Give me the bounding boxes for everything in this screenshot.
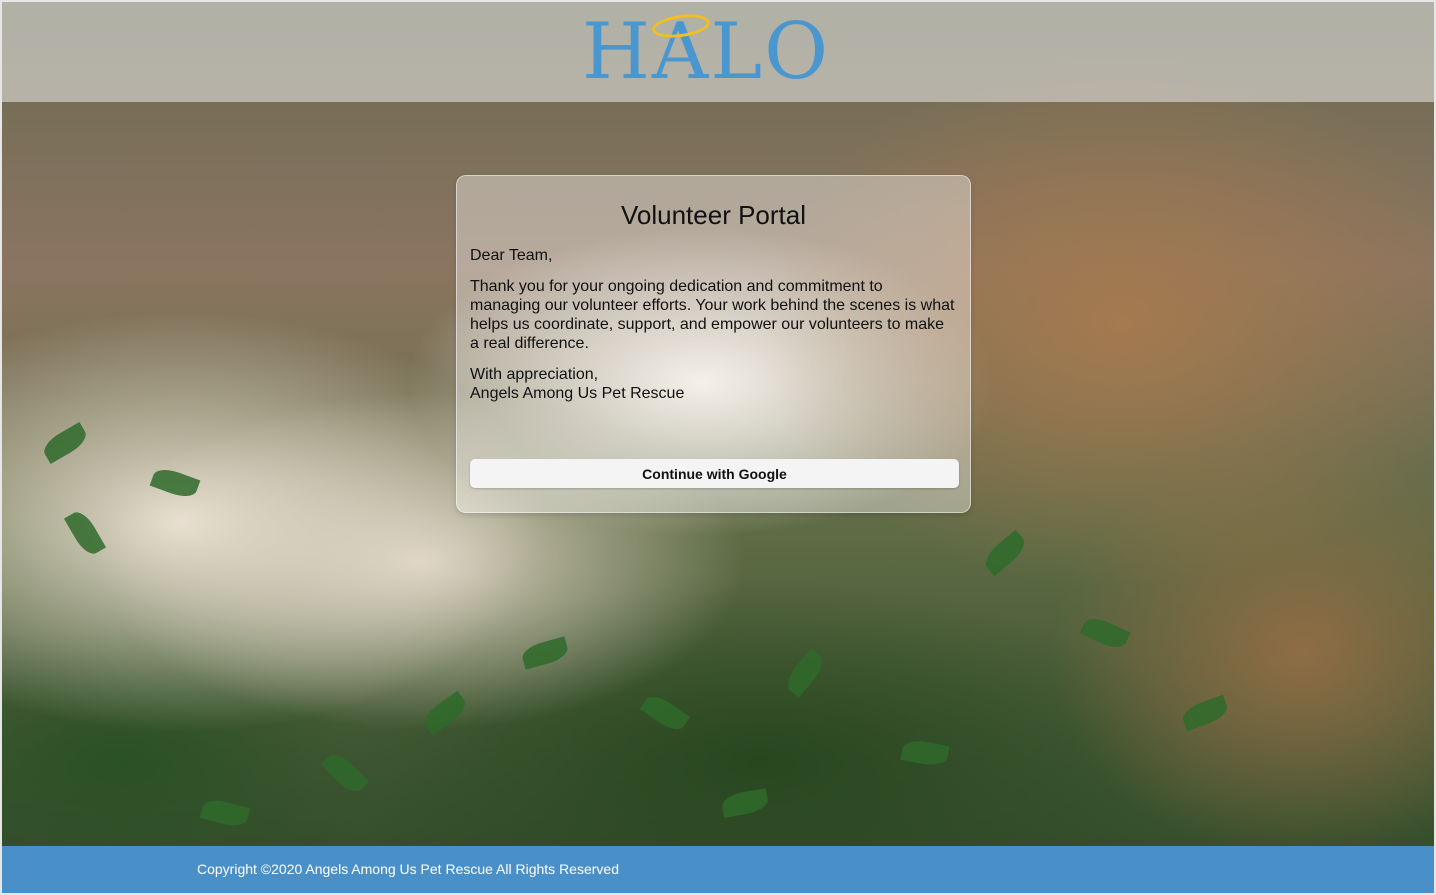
leaf-decoration xyxy=(199,796,251,830)
leaf-decoration xyxy=(149,464,201,502)
leaf-decoration xyxy=(639,690,691,736)
leaf-decoration xyxy=(781,648,829,698)
greeting-text: Dear Team, xyxy=(470,247,553,264)
leaf-decoration xyxy=(1179,694,1231,732)
page-title: Volunteer Portal xyxy=(620,200,806,230)
signature-line: Angels Among Us Pet Rescue xyxy=(470,385,685,402)
leaf-decoration xyxy=(63,507,107,559)
leaf-decoration xyxy=(320,748,370,798)
leaf-decoration xyxy=(39,421,91,465)
leaf-decoration xyxy=(980,529,1030,577)
leaf-decoration xyxy=(1079,613,1131,653)
site-footer: Copyright ©2020 Angels Among Us Pet Resc… xyxy=(2,846,1434,893)
leaf-decoration xyxy=(519,636,571,670)
message-body: Thank you for your ongoing dedication an… xyxy=(470,278,955,352)
copyright-text: Copyright ©2020 Angels Among Us Pet Resc… xyxy=(197,861,619,877)
continue-with-google-button[interactable]: Continue with Google xyxy=(470,459,959,488)
leaf-decoration xyxy=(720,788,770,818)
leaf-decoration xyxy=(900,738,950,768)
halo-logo[interactable]: HALO xyxy=(582,10,852,94)
page: HALO Volunteer Portal Dear Team, Thank y… xyxy=(0,0,1436,895)
closing-line: With appreciation, xyxy=(470,366,599,383)
volunteer-portal-card: Volunteer Portal Dear Team, Thank you fo… xyxy=(456,175,971,513)
leaf-decoration xyxy=(419,690,471,736)
site-header: HALO xyxy=(2,2,1434,102)
